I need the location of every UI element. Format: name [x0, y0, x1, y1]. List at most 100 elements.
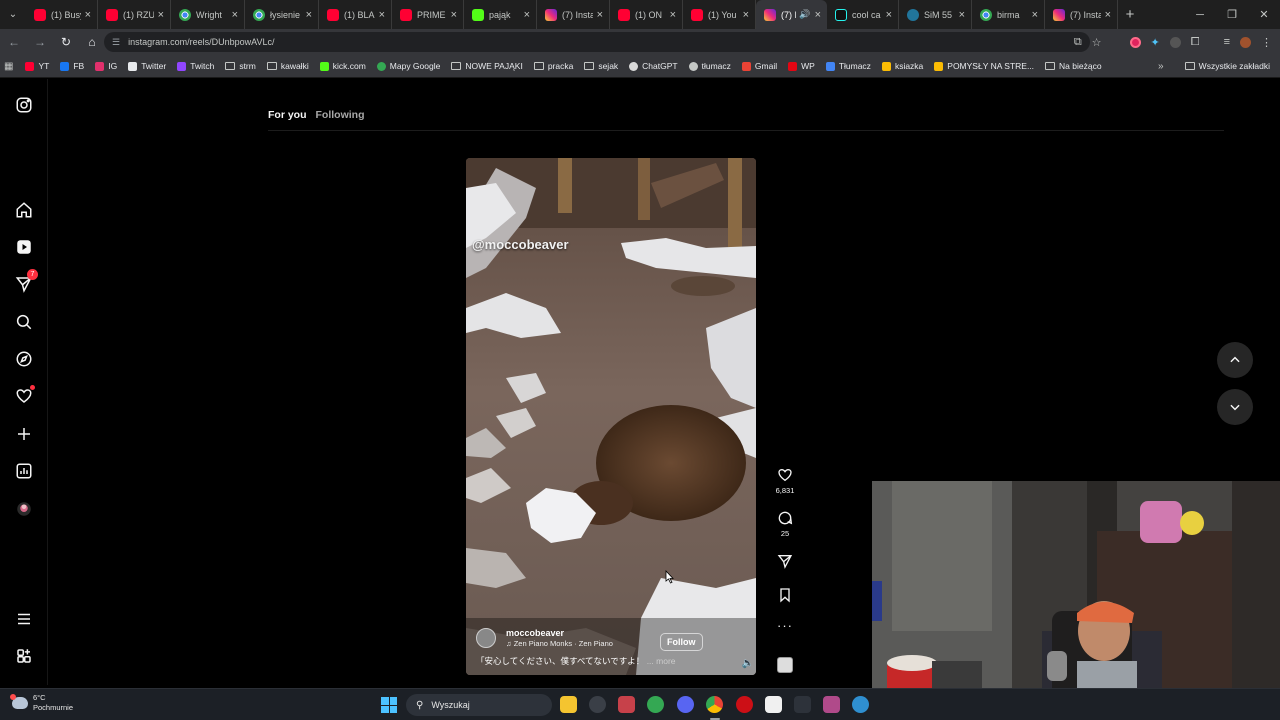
tab-close-icon[interactable]: × — [306, 9, 312, 21]
tab-search-icon[interactable]: ⌄ — [0, 0, 26, 29]
forward-icon[interactable]: → — [28, 30, 52, 54]
tab-close-icon[interactable]: × — [524, 9, 530, 21]
home-icon[interactable]: ⌂ — [80, 30, 104, 54]
bookmark-item[interactable]: YT — [25, 61, 49, 71]
bookmark-item[interactable]: strm — [225, 61, 256, 71]
browser-tab[interactable]: (1) RZU × — [98, 0, 171, 29]
browser-tab[interactable]: Wright × — [171, 0, 245, 29]
explore-icon[interactable] — [14, 349, 34, 369]
bookmark-item[interactable]: Mapy Google — [376, 61, 440, 71]
browser-tab[interactable]: (1) ON × — [610, 0, 683, 29]
bookmark-item[interactable]: Tłumacz — [825, 61, 871, 71]
tab-close-icon[interactable]: × — [743, 9, 749, 21]
bookmark-item[interactable]: sejak — [584, 61, 618, 71]
browser-tab[interactable]: łysienie × — [245, 0, 319, 29]
search-icon[interactable] — [14, 312, 34, 332]
bookmark-item[interactable]: Na bieżąco — [1045, 61, 1102, 71]
discord-icon[interactable] — [677, 696, 694, 713]
browser-tab[interactable]: (1) Busy × — [26, 0, 98, 29]
bookmark-item[interactable]: kick.com — [319, 61, 366, 71]
taskbar-app-icon[interactable] — [647, 696, 664, 713]
install-app-icon[interactable]: ⧉ — [1074, 36, 1082, 49]
save-action[interactable] — [774, 587, 796, 603]
tab-close-icon[interactable]: × — [886, 9, 892, 21]
start-menu-icon[interactable] — [381, 697, 397, 713]
comment-action[interactable]: 25 — [774, 510, 796, 538]
site-info-icon[interactable]: ☰ — [112, 37, 120, 48]
menu-hamburger-icon[interactable] — [14, 609, 34, 629]
tab-close-icon[interactable]: × — [451, 9, 457, 21]
tab-close-icon[interactable]: × — [959, 9, 965, 21]
share-action[interactable] — [774, 553, 796, 569]
all-bookmarks[interactable]: Wszystkie zakładki — [1184, 61, 1270, 71]
browser-tab[interactable]: (7) I 🔊 × — [756, 0, 827, 29]
tab-close-icon[interactable]: × — [379, 9, 385, 21]
browser-tab[interactable]: (1) You × — [683, 0, 756, 29]
tab-for-you[interactable]: For you — [268, 109, 307, 121]
tab-close-icon[interactable]: × — [1105, 9, 1111, 21]
reel-video[interactable]: @moccobeaver moccobeaver ♫ Zen Piano Mon… — [466, 158, 756, 675]
audio-page-action[interactable] — [774, 657, 796, 673]
tab-close-icon[interactable]: × — [1032, 9, 1038, 21]
minimize-icon[interactable]: ─ — [1184, 0, 1216, 29]
browser-tab[interactable]: cool ca × — [827, 0, 899, 29]
opera-icon[interactable] — [736, 696, 753, 713]
weather-widget[interactable]: 6°C Pochmurnie — [10, 693, 73, 713]
restore-icon[interactable]: ❐ — [1216, 0, 1248, 29]
tab-audio-icon[interactable]: 🔊 — [799, 9, 810, 20]
taskbar-app-icon[interactable] — [589, 696, 606, 713]
extensions-puzzle-icon[interactable]: ⧠ — [1191, 36, 1200, 49]
bookmark-item[interactable]: FB — [60, 61, 84, 71]
browser-tab[interactable]: pająk × — [464, 0, 537, 29]
file-explorer-icon[interactable] — [560, 696, 577, 713]
browser-tab[interactable]: PRIME × — [392, 0, 464, 29]
messages-icon[interactable]: 7 — [14, 269, 38, 294]
follow-button[interactable]: Follow — [660, 633, 703, 651]
close-window-icon[interactable]: ✕ — [1248, 0, 1280, 29]
bookmark-item[interactable]: Gmail — [741, 61, 777, 71]
bookmark-item[interactable]: ChatGPT — [629, 61, 678, 71]
browser-tab[interactable]: (7) Insta × — [1045, 0, 1118, 29]
instagram-logo-icon[interactable] — [14, 95, 34, 115]
back-icon[interactable]: ← — [2, 30, 26, 54]
extension-icon[interactable]: ✦ — [1151, 36, 1160, 49]
taskbar-app-icon[interactable] — [618, 696, 635, 713]
new-tab-icon[interactable]: + — [1118, 0, 1142, 29]
tab-close-icon[interactable]: × — [158, 9, 164, 21]
taskbar-search[interactable]: ⚲ Wyszukaj — [406, 694, 552, 716]
record-extension-icon[interactable] — [1129, 36, 1141, 48]
like-action[interactable]: 6,831 — [774, 467, 796, 495]
create-plus-icon[interactable] — [14, 424, 34, 444]
taskbar-app-icon[interactable] — [765, 696, 782, 713]
more-bookmarks-icon[interactable]: » — [1158, 61, 1164, 72]
dashboard-icon[interactable] — [14, 461, 34, 481]
also-from-meta-icon[interactable] — [14, 646, 34, 666]
tab-close-icon[interactable]: × — [85, 9, 91, 21]
taskbar-app-icon[interactable] — [794, 696, 811, 713]
bookmark-item[interactable]: IG — [95, 61, 117, 71]
more-options-action[interactable]: ··· — [774, 618, 796, 633]
reels-icon[interactable] — [14, 237, 34, 257]
browser-tab[interactable]: birma × — [972, 0, 1045, 29]
bookmark-item[interactable]: tłumacz — [688, 61, 731, 71]
tab-close-icon[interactable]: × — [232, 9, 238, 21]
browser-tab[interactable]: (7) Insta × — [537, 0, 610, 29]
previous-reel-button[interactable] — [1217, 342, 1253, 378]
bookmark-item[interactable]: POMYSŁY NA STRE... — [934, 61, 1034, 71]
bookmark-item[interactable]: WP — [788, 61, 815, 71]
bookmark-star-icon[interactable]: ☆ — [1092, 36, 1102, 49]
bookmark-item[interactable]: Twitch — [177, 61, 214, 71]
menu-kebab-icon[interactable]: ⋮ — [1261, 36, 1272, 49]
browser-tab[interactable]: (1) BLA × — [319, 0, 392, 29]
taskbar-app-icon[interactable] — [852, 696, 869, 713]
reload-icon[interactable]: ↻ — [54, 30, 78, 54]
profile-avatar-icon[interactable] — [14, 499, 34, 519]
browser-tab[interactable]: SiM 55 × — [899, 0, 972, 29]
next-reel-button[interactable] — [1217, 389, 1253, 425]
media-control-icon[interactable]: ≡ — [1224, 36, 1230, 48]
bookmark-item[interactable]: NOWE PAJĄKI — [451, 61, 523, 71]
notifications-heart-icon[interactable] — [14, 385, 35, 406]
apps-grid-icon[interactable]: ▦ — [4, 61, 13, 72]
author-avatar[interactable] — [476, 628, 496, 648]
bookmark-item[interactable]: ksiazka — [881, 61, 923, 71]
